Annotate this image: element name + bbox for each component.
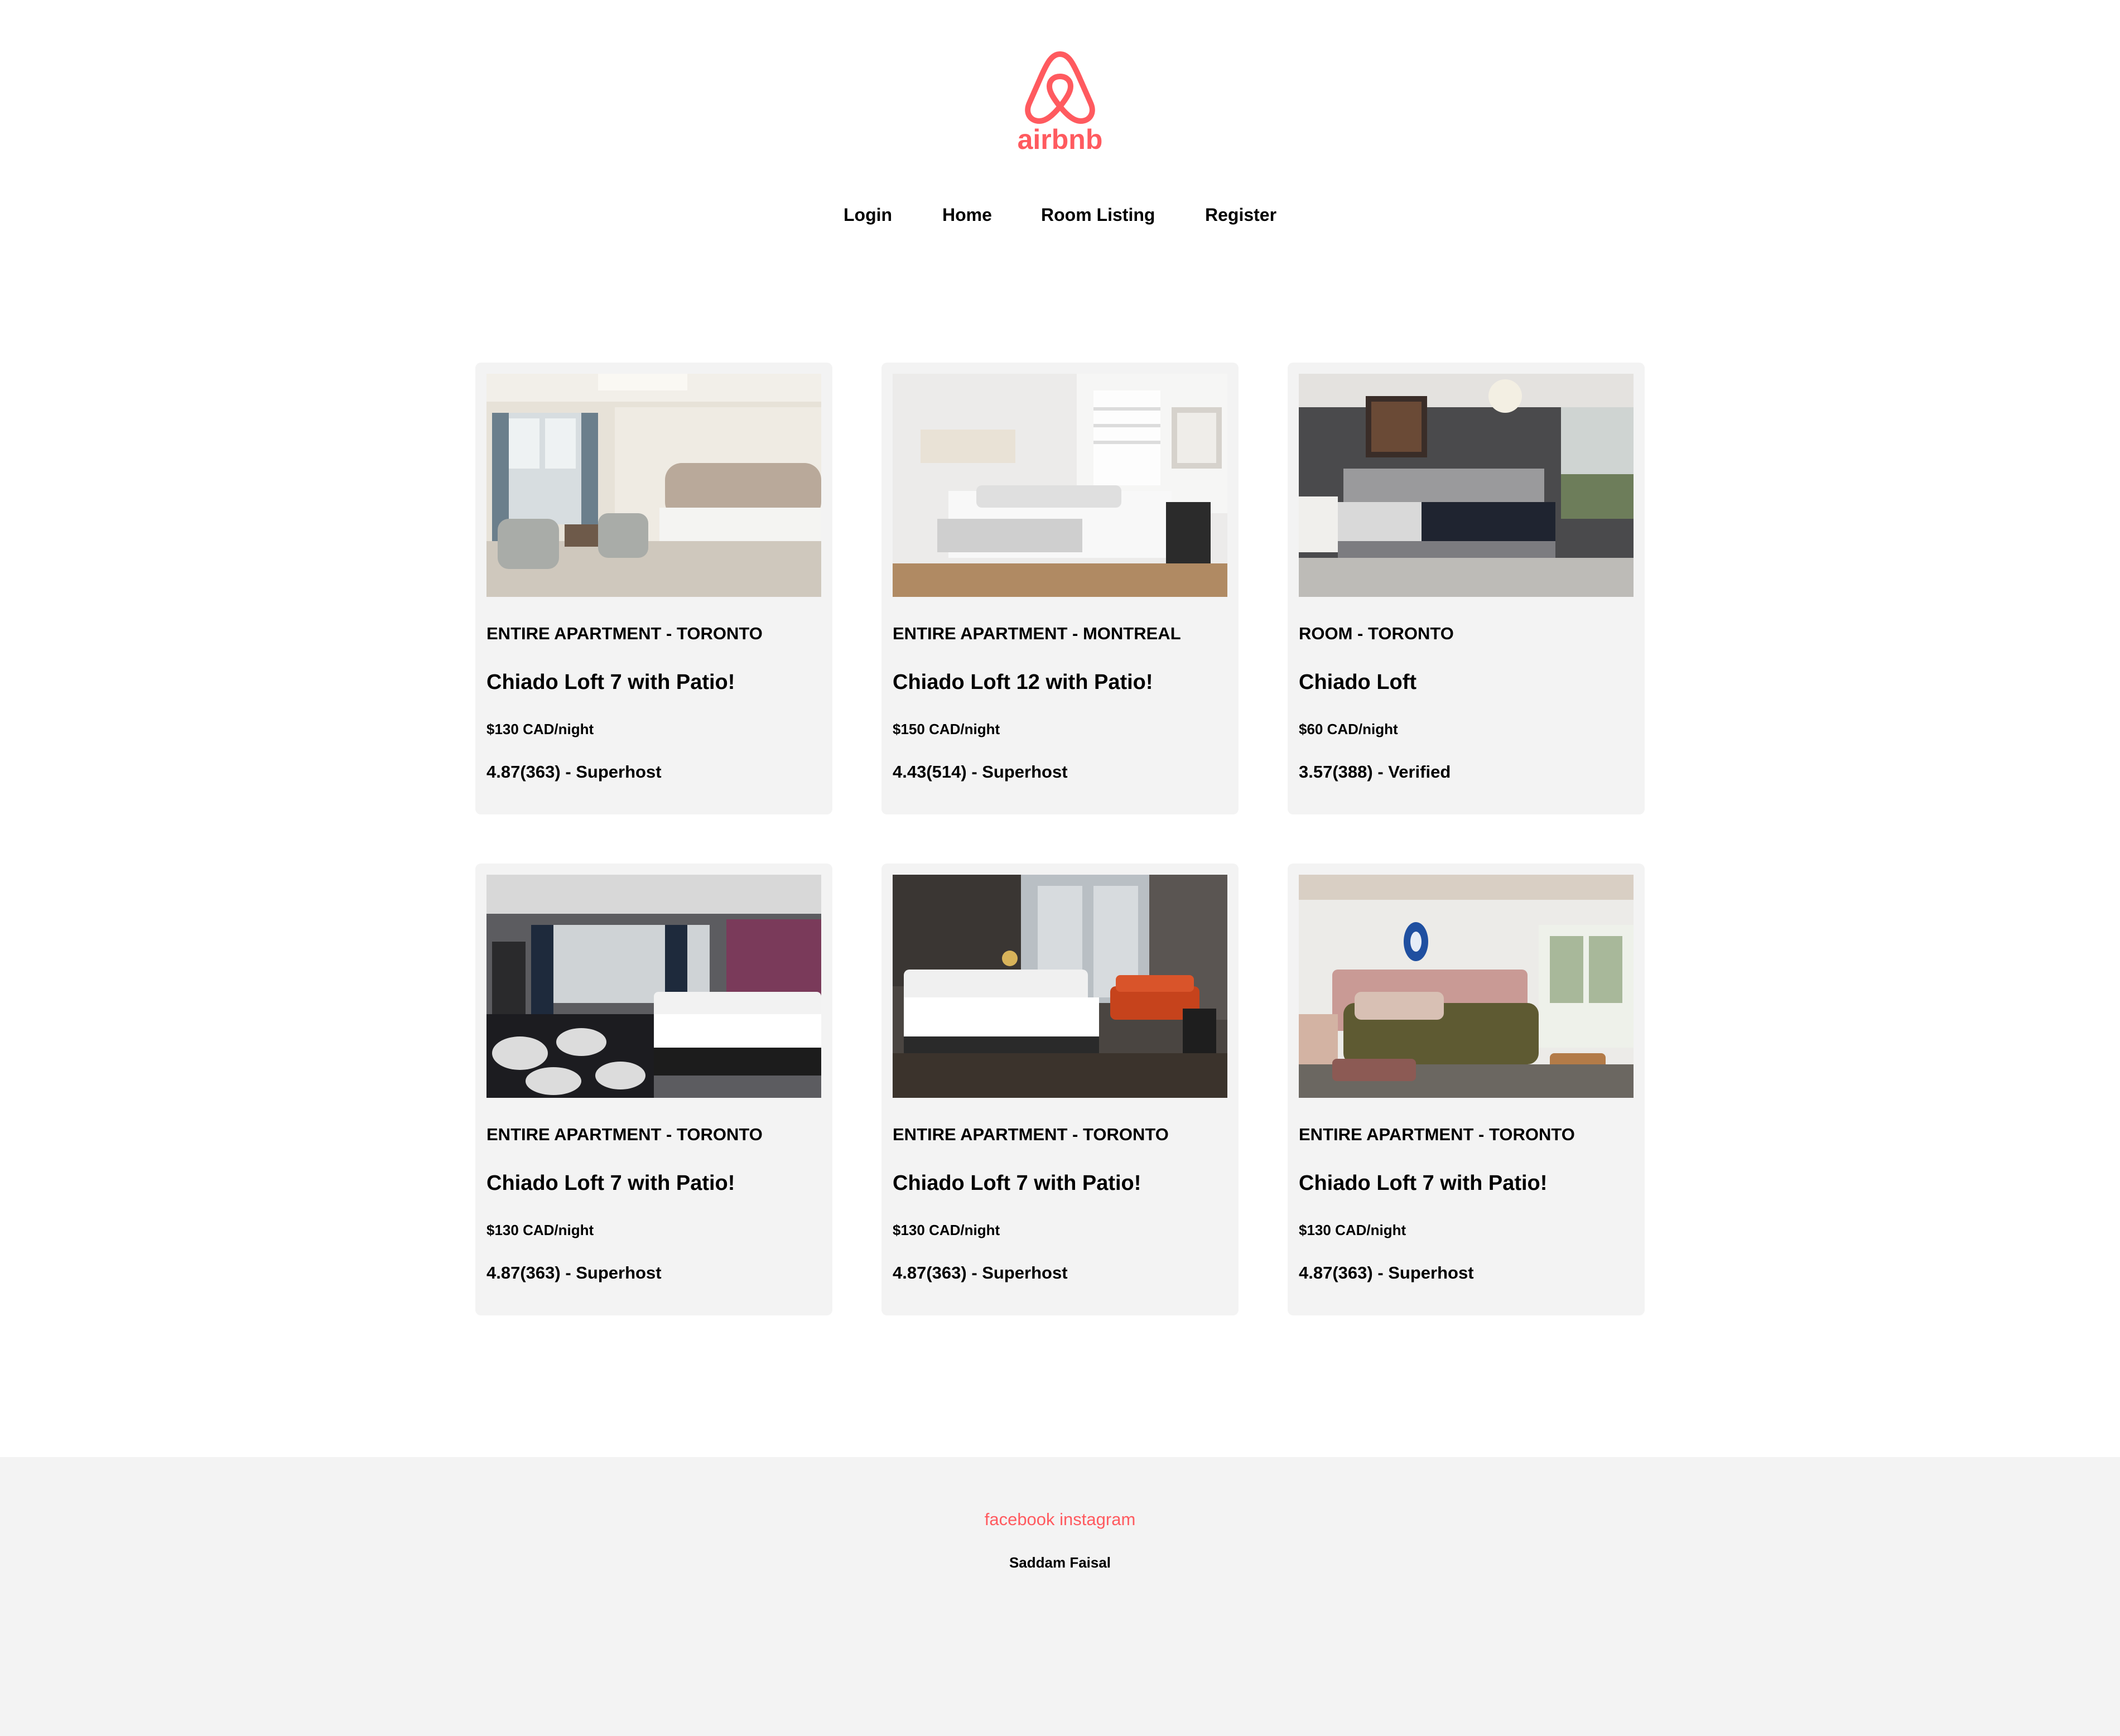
listing-photo[interactable] [486, 875, 821, 1098]
social-links: facebook instagram [0, 1508, 2120, 1531]
main-nav: Login Home Room Listing Register [0, 201, 2120, 229]
listing-rating: 3.57(388) - Verified [1299, 762, 1451, 782]
airbnb-logo[interactable]: airbnb [1013, 47, 1107, 153]
bedroom-photo-hotel-dark-carpet [486, 875, 821, 1098]
listing-price: $130 CAD/night [486, 1222, 594, 1238]
footer-author: Saddam Faisal [1009, 1554, 1111, 1571]
listing-card[interactable]: ENTIRE APARTMENT - TORONTO Chiado Loft 7… [475, 864, 832, 1315]
bedroom-photo-olive-bedding [1299, 875, 1634, 1098]
listing-price: $130 CAD/night [486, 721, 594, 737]
listing-type: ENTIRE APARTMENT - TORONTO [1299, 1125, 1575, 1144]
listing-photo[interactable] [1299, 875, 1634, 1098]
listing-title[interactable]: Chiado Loft 7 with Patio! [486, 1170, 735, 1196]
listing-price: $130 CAD/night [1299, 1222, 1406, 1238]
listing-price: $150 CAD/night [893, 721, 1000, 737]
listing-rating: 4.87(363) - Superhost [486, 762, 662, 782]
listing-photo[interactable] [893, 875, 1227, 1098]
listing-type: ENTIRE APARTMENT - TORONTO [486, 1125, 763, 1144]
site-header: airbnb Login Home Room Listing Register [0, 0, 2120, 268]
listing-card[interactable]: ENTIRE APARTMENT - TORONTO Chiado Loft 7… [475, 363, 832, 814]
nav-login[interactable]: Login [844, 201, 892, 229]
listing-type: ENTIRE APARTMENT - MONTREAL [893, 624, 1181, 643]
listing-card[interactable]: ROOM - TORONTO Chiado Loft $60 CAD/night… [1288, 363, 1645, 814]
listing-card[interactable]: ENTIRE APARTMENT - TORONTO Chiado Loft 7… [881, 864, 1239, 1315]
bedroom-photo-dark-grey [1299, 374, 1634, 597]
listing-type: ENTIRE APARTMENT - TORONTO [486, 624, 763, 643]
listing-price: $130 CAD/night [893, 1222, 1000, 1238]
listing-title[interactable]: Chiado Loft [1299, 669, 1416, 695]
listing-photo[interactable] [893, 374, 1227, 597]
logo-wordmark: airbnb [1018, 124, 1103, 153]
listing-card[interactable]: ENTIRE APARTMENT - MONTREAL Chiado Loft … [881, 363, 1239, 814]
listing-price: $60 CAD/night [1299, 721, 1398, 737]
bedroom-photo-light-classic [486, 374, 821, 597]
instagram-link[interactable]: instagram [1059, 1510, 1135, 1529]
nav-room-listing[interactable]: Room Listing [1041, 201, 1155, 229]
listing-rating: 4.87(363) - Superhost [1299, 1263, 1474, 1282]
site-footer: facebook instagram Saddam Faisal [0, 1457, 2120, 1736]
listing-photo[interactable] [486, 374, 821, 597]
airbnb-belo-icon [1025, 51, 1095, 124]
bedroom-photo-hotel-orange-sofa [893, 875, 1227, 1098]
facebook-link[interactable]: facebook [985, 1510, 1055, 1529]
nav-register[interactable]: Register [1205, 201, 1276, 229]
listing-type: ENTIRE APARTMENT - TORONTO [893, 1125, 1169, 1144]
nav-home[interactable]: Home [942, 201, 992, 229]
bedroom-photo-white-minimal [893, 374, 1227, 597]
listing-rating: 4.87(363) - Superhost [893, 1263, 1068, 1282]
listing-title[interactable]: Chiado Loft 7 with Patio! [486, 669, 735, 695]
listing-title[interactable]: Chiado Loft 7 with Patio! [893, 1170, 1141, 1196]
listing-title[interactable]: Chiado Loft 7 with Patio! [1299, 1170, 1547, 1196]
listing-photo[interactable] [1299, 374, 1634, 597]
listing-rating: 4.43(514) - Superhost [893, 762, 1068, 782]
listing-rating: 4.87(363) - Superhost [486, 1263, 662, 1282]
listing-title[interactable]: Chiado Loft 12 with Patio! [893, 669, 1153, 695]
listing-card[interactable]: ENTIRE APARTMENT - TORONTO Chiado Loft 7… [1288, 864, 1645, 1315]
listing-type: ROOM - TORONTO [1299, 624, 1454, 643]
